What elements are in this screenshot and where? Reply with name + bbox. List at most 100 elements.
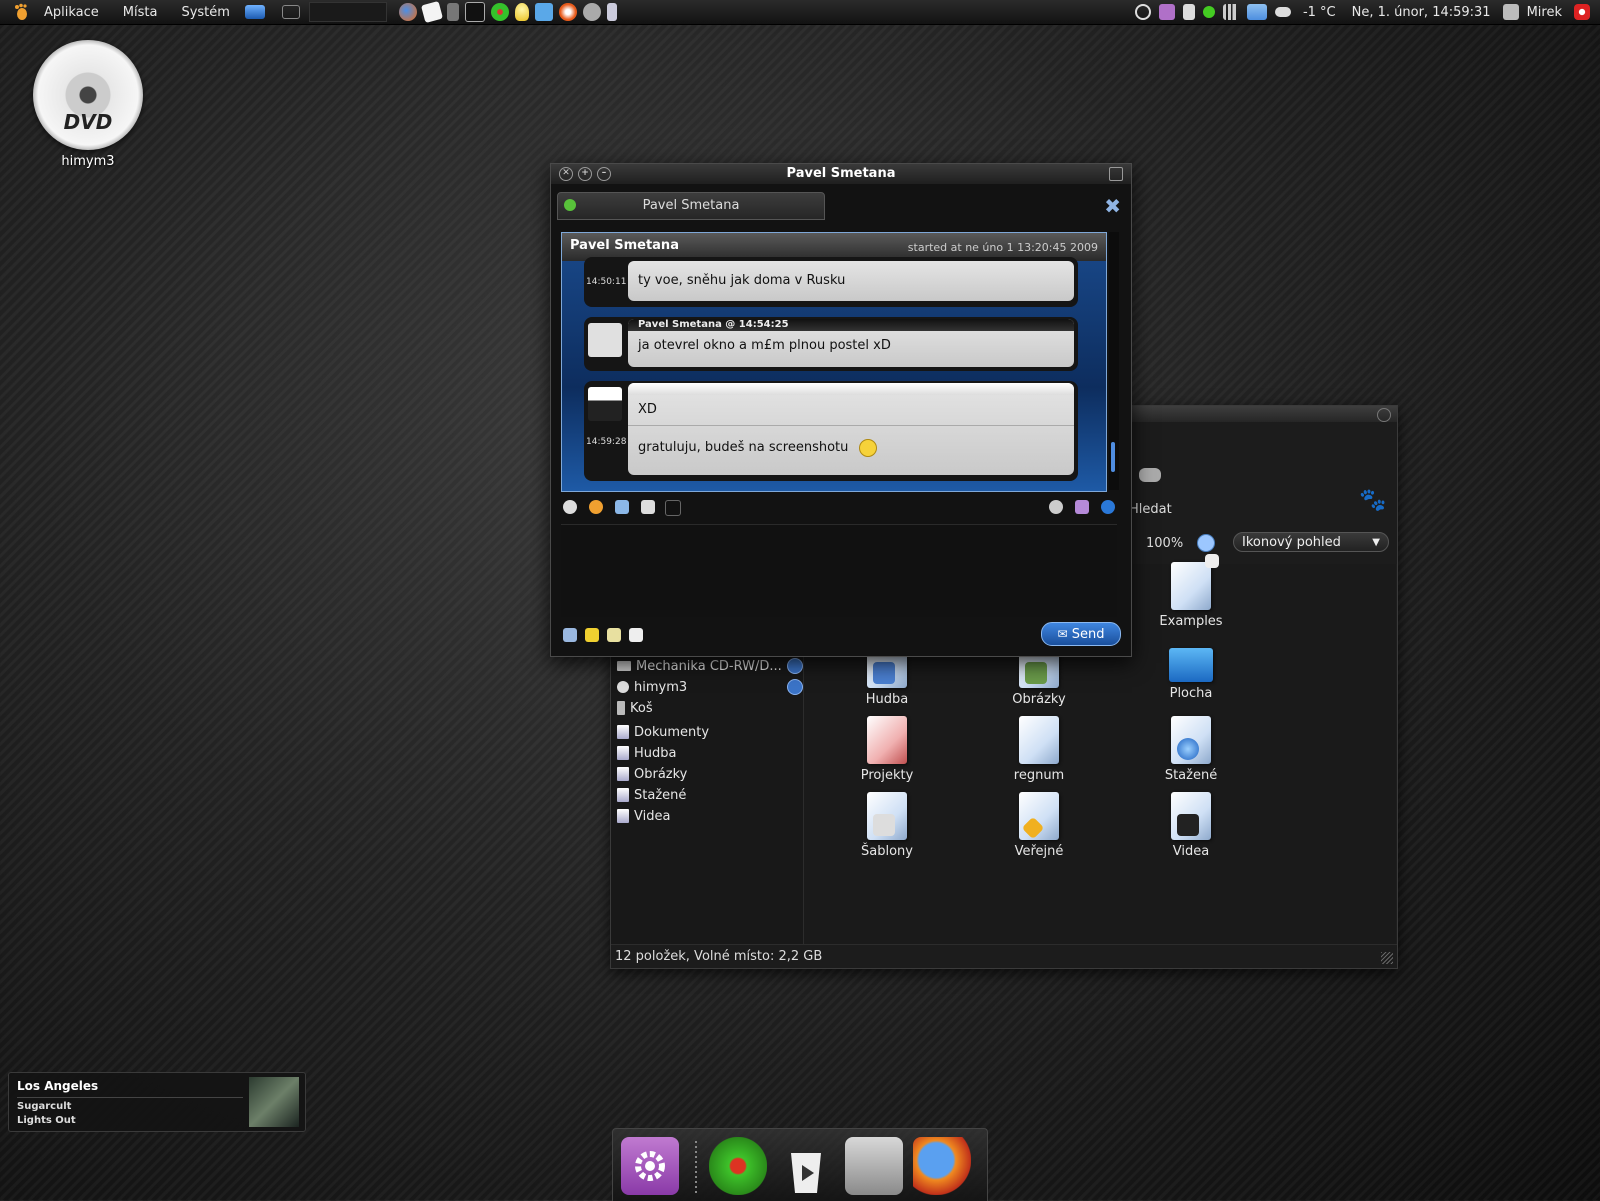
message-text: XD [628, 395, 1074, 426]
shutdown-icon[interactable] [1574, 4, 1590, 20]
notes-icon[interactable] [585, 628, 599, 642]
album-art [249, 1077, 299, 1127]
resize-grip[interactable] [1381, 952, 1393, 964]
encoding-icon[interactable] [563, 628, 577, 642]
lock-icon [1205, 554, 1219, 568]
font-icon[interactable] [665, 500, 681, 516]
save-icon[interactable] [641, 500, 655, 514]
editor-launcher-icon[interactable] [446, 3, 459, 21]
dock-firefox-icon[interactable] [913, 1137, 971, 1195]
smiley-picker-icon[interactable] [589, 500, 603, 514]
message-header: Pavel Smetana @ 14:54:25 [628, 319, 1074, 331]
settings-launcher-icon[interactable] [582, 3, 601, 21]
gear-tray-icon[interactable] [1158, 4, 1175, 20]
file-item-regnum[interactable]: regnum [984, 716, 1094, 783]
gnome-foot-icon[interactable] [10, 1, 32, 23]
system-tray: -1 °C Ne, 1. únor, 14:59:31 Mirek [1131, 0, 1600, 24]
dock-file-manager-icon[interactable] [845, 1137, 903, 1195]
file-item-videos[interactable]: Videa [1136, 792, 1246, 859]
map-icon[interactable] [1246, 4, 1267, 20]
disc-icon [617, 681, 629, 693]
file-manager-close-button[interactable] [1377, 408, 1391, 422]
clapperboard-icon [1177, 814, 1199, 836]
edit-icon[interactable] [607, 628, 621, 642]
mail-launcher-icon[interactable] [420, 0, 443, 24]
sidebar-item-videos[interactable]: Videa [617, 806, 670, 826]
desktop-dvd[interactable]: DVD himym3 [32, 40, 144, 169]
menu-system[interactable]: Systém [169, 5, 241, 20]
conversation-scrollbar[interactable] [1109, 232, 1119, 490]
dock-media-player-icon[interactable] [777, 1137, 835, 1195]
file-item-label: regnum [1013, 768, 1065, 783]
icq-tray-icon[interactable] [1202, 6, 1215, 18]
minimize-icon[interactable]: – [597, 167, 611, 181]
file-item-examples[interactable]: Examples [1136, 554, 1246, 629]
menu-applications[interactable]: Aplikace [32, 5, 111, 20]
clock[interactable]: Ne, 1. únor, 14:59:31 [1352, 5, 1491, 20]
burner-launcher-icon[interactable] [558, 3, 577, 21]
dock-icq-icon[interactable] [709, 1137, 767, 1195]
sidebar-item-documents[interactable]: Dokumenty [617, 722, 709, 742]
record-icon[interactable] [1134, 4, 1151, 20]
firefox-launcher-icon[interactable] [398, 3, 417, 21]
sidebar-item-himym3[interactable]: himym3 [617, 677, 803, 697]
dock-separator [695, 1141, 697, 1195]
file-item-public[interactable]: Veřejné [984, 792, 1094, 859]
contacts-icon[interactable] [1075, 500, 1089, 514]
maximize-icon[interactable]: + [578, 167, 592, 181]
file-item-projects[interactable]: Projekty [832, 716, 942, 783]
sidebar-item-downloads[interactable]: Stažené [617, 785, 686, 805]
signal-icon[interactable] [1222, 4, 1239, 20]
workspace-pager[interactable] [308, 2, 387, 22]
history-icon[interactable] [563, 500, 577, 514]
user-name[interactable]: Mirek [1527, 5, 1562, 20]
pin-icon[interactable] [1049, 500, 1063, 514]
tab-pavel-smetana[interactable]: Pavel Smetana [557, 192, 825, 220]
chat-window: ✕ + – Pavel Smetana Pavel Smetana ✖ Pave… [550, 163, 1132, 657]
dock-settings-icon[interactable] [621, 1137, 679, 1195]
terminal-launcher-icon[interactable] [464, 2, 485, 22]
send-button[interactable]: ✉ Send [1041, 622, 1121, 646]
view-mode-select[interactable]: Ikonový pohled ▼ [1233, 532, 1389, 552]
menu-places[interactable]: Místa [111, 5, 170, 20]
lightbulb-launcher-icon[interactable] [514, 3, 529, 21]
show-desktop-icon[interactable] [244, 5, 265, 19]
message-time: 14:50:11 [586, 277, 627, 287]
network-launcher-icon[interactable] [534, 3, 553, 21]
music-notification[interactable]: Los Angeles Sugarcult Lights Out [8, 1072, 306, 1132]
sidebar-item-music[interactable]: Hudba [617, 743, 677, 763]
divider [17, 1097, 243, 1098]
conversation-started: started at ne úno 1 13:20:45 2009 [907, 241, 1098, 254]
close-tab-icon[interactable]: ✖ [1104, 194, 1121, 218]
zoom-in-icon[interactable] [1197, 534, 1215, 552]
window-menu-icon[interactable] [1109, 167, 1123, 181]
close-icon[interactable]: ✕ [559, 167, 573, 181]
chat-titlebar[interactable]: ✕ + – Pavel Smetana [551, 164, 1131, 184]
cdrom-icon [617, 661, 631, 671]
image-icon[interactable] [615, 500, 629, 514]
bag-icon[interactable] [1182, 4, 1195, 20]
message-input[interactable] [561, 524, 1117, 617]
file-item-desktop[interactable]: Plocha [1136, 640, 1246, 701]
search-button[interactable]: Hledat [1129, 502, 1172, 517]
info-icon[interactable] [1101, 500, 1115, 514]
icq-launcher-icon[interactable] [490, 3, 509, 21]
message-block: Pavel Smetana @ 14:54:25 ja otevrel okno… [584, 317, 1078, 371]
scrollbar-thumb[interactable] [1111, 442, 1115, 472]
view-mode-value: Ikonový pohled [1242, 535, 1341, 550]
sidebar-item-cdrom[interactable]: Mechanika CD-RW/D... [617, 656, 803, 676]
sidebar-item-trash[interactable]: Koš [617, 698, 653, 718]
card-icon[interactable] [629, 628, 643, 642]
gamepad-icon [1139, 468, 1161, 482]
eject-icon[interactable] [787, 658, 803, 674]
phone-launcher-icon[interactable] [606, 3, 617, 21]
dvd-label: himym3 [61, 154, 115, 169]
weather-temperature[interactable]: -1 °C [1303, 5, 1336, 20]
top-panel: Aplikace Místa Systém -1 °C Ne, 1. únor,… [0, 0, 1600, 25]
music-note-icon [873, 662, 895, 684]
sidebar-item-pictures[interactable]: Obrázky [617, 764, 687, 784]
file-item-downloads[interactable]: Stažené [1136, 716, 1246, 783]
workspace-switcher-icon[interactable] [281, 5, 300, 19]
file-item-templates[interactable]: Šablony [832, 792, 942, 859]
eject-icon[interactable] [787, 679, 803, 695]
